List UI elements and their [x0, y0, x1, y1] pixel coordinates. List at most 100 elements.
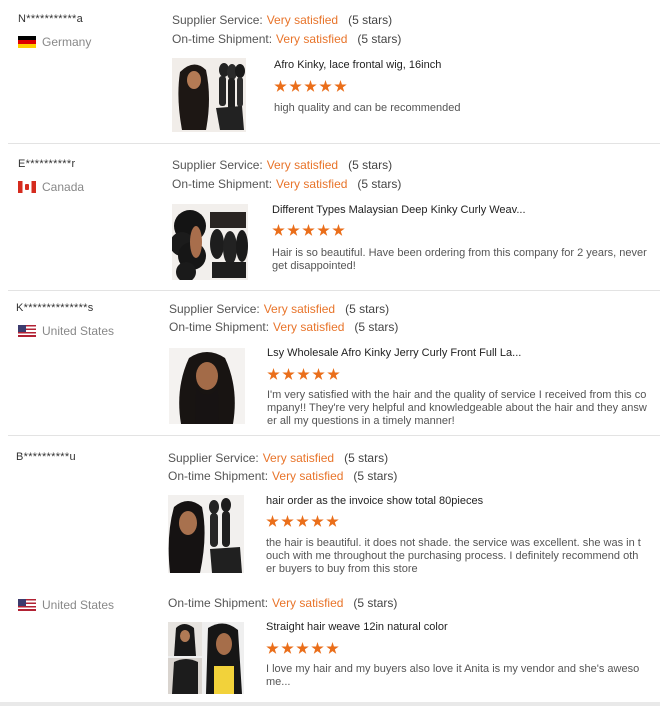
- star-icon: [281, 642, 294, 654]
- shipment-label: On-time Shipment:: [169, 320, 270, 334]
- shipment-rating: On-time Shipment: Very satisfied (5 stars): [169, 320, 398, 334]
- star-icon: [287, 224, 300, 236]
- shipment-stars: (5 stars): [357, 177, 402, 191]
- country-name: Germany: [42, 35, 92, 49]
- star-icon: [334, 80, 347, 92]
- shipment-stars: (5 stars): [353, 596, 398, 610]
- shipment-rating: On-time Shipment: Very satisfied (5 stars): [172, 32, 401, 46]
- product-thumbnail[interactable]: [172, 204, 248, 280]
- star-rating: [266, 642, 339, 655]
- shipment-label: On-time Shipment:: [172, 32, 273, 46]
- buyer-country: United States: [18, 324, 114, 338]
- star-icon: [304, 80, 317, 92]
- shipment-rating: On-time Shipment: Very satisfied (5 stars): [168, 596, 397, 610]
- star-icon: [317, 224, 330, 236]
- review-comment: I'm very satisfied with the hair and the…: [267, 389, 647, 427]
- supplier-service-stars: (5 stars): [348, 13, 393, 27]
- review-comment: high quality and can be recommended: [274, 102, 461, 114]
- shipment-value: Very satisfied: [272, 469, 344, 483]
- star-icon: [312, 368, 325, 380]
- star-icon: [332, 224, 345, 236]
- star-rating: [274, 80, 347, 93]
- product-title[interactable]: hair order as the invoice show total 80p…: [266, 495, 483, 507]
- star-icon: [289, 80, 302, 92]
- review-divider: [8, 143, 660, 144]
- shipment-value: Very satisfied: [273, 320, 345, 334]
- supplier-service-rating: Supplier Service: Very satisfied (5 stars): [169, 302, 389, 316]
- country-name: United States: [42, 324, 115, 338]
- shipment-label: On-time Shipment:: [172, 177, 273, 191]
- country-name: United States: [42, 598, 115, 612]
- product-thumbnail[interactable]: [172, 58, 246, 132]
- star-icon: [267, 368, 280, 380]
- supplier-service-label: Supplier Service:: [172, 13, 263, 27]
- buyer-name: N***********a: [18, 13, 84, 25]
- star-icon: [326, 515, 339, 527]
- review-divider: [8, 435, 660, 436]
- star-rating: [266, 515, 339, 528]
- supplier-service-stars: (5 stars): [348, 158, 393, 172]
- product-title[interactable]: Lsy Wholesale Afro Kinky Jerry Curly Fro…: [267, 347, 521, 359]
- star-icon: [281, 515, 294, 527]
- shipment-label: On-time Shipment:: [168, 469, 269, 483]
- shipment-value: Very satisfied: [276, 177, 348, 191]
- star-icon: [282, 368, 295, 380]
- united-states-flag-icon: [18, 599, 36, 611]
- buyer-country: Germany: [18, 35, 91, 49]
- star-rating: [272, 224, 345, 237]
- product-thumbnail[interactable]: [168, 622, 244, 694]
- supplier-service-value: Very satisfied: [266, 158, 339, 172]
- star-icon: [311, 642, 324, 654]
- supplier-service-stars: (5 stars): [344, 451, 389, 465]
- star-icon: [302, 224, 315, 236]
- star-icon: [296, 515, 309, 527]
- buyer-country: United States: [18, 598, 114, 612]
- shipment-label: On-time Shipment:: [168, 596, 269, 610]
- star-icon: [319, 80, 332, 92]
- product-title[interactable]: Different Types Malaysian Deep Kinky Cur…: [272, 204, 526, 216]
- shipment-stars: (5 stars): [357, 32, 402, 46]
- star-rating: [267, 368, 340, 381]
- supplier-service-label: Supplier Service:: [172, 158, 263, 172]
- review-comment: I love my hair and my buyers also love i…: [266, 663, 640, 688]
- product-thumbnail[interactable]: [169, 348, 245, 424]
- canada-flag-icon: [18, 181, 36, 193]
- shipment-rating: On-time Shipment: Very satisfied (5 stars): [172, 177, 401, 191]
- star-icon: [297, 368, 310, 380]
- product-title[interactable]: Afro Kinky, lace frontal wig, 16inch: [274, 59, 441, 71]
- shipment-stars: (5 stars): [354, 320, 399, 334]
- shipment-value: Very satisfied: [272, 596, 344, 610]
- supplier-service-rating: Supplier Service: Very satisfied (5 stars): [168, 451, 388, 465]
- star-icon: [266, 642, 279, 654]
- star-icon: [272, 224, 285, 236]
- country-name: Canada: [42, 180, 85, 194]
- star-icon: [311, 515, 324, 527]
- review-comment: Hair is so beautiful. Have been ordering…: [272, 247, 647, 272]
- supplier-service-value: Very satisfied: [262, 451, 335, 465]
- supplier-service-label: Supplier Service:: [168, 451, 259, 465]
- supplier-service-stars: (5 stars): [345, 302, 390, 316]
- shipment-stars: (5 stars): [353, 469, 398, 483]
- supplier-service-value: Very satisfied: [263, 302, 336, 316]
- buyer-name: B**********u: [16, 451, 76, 463]
- star-icon: [326, 642, 339, 654]
- germany-flag-icon: [18, 36, 36, 48]
- united-states-flag-icon: [18, 325, 36, 337]
- star-icon: [266, 515, 279, 527]
- buyer-country: Canada: [18, 180, 84, 194]
- product-title[interactable]: Straight hair weave 12in natural color: [266, 621, 448, 633]
- review-comment: the hair is beautiful. it does not shade…: [266, 537, 641, 575]
- product-thumbnail[interactable]: [168, 495, 244, 573]
- supplier-service-label: Supplier Service:: [169, 302, 260, 316]
- supplier-service-value: Very satisfied: [266, 13, 339, 27]
- shipment-value: Very satisfied: [276, 32, 348, 46]
- supplier-service-rating: Supplier Service: Very satisfied (5 stars): [172, 158, 392, 172]
- buyer-name: E**********r: [18, 158, 76, 170]
- bottom-divider: [0, 702, 660, 706]
- supplier-service-rating: Supplier Service: Very satisfied (5 stars): [172, 13, 392, 27]
- star-icon: [327, 368, 340, 380]
- star-icon: [296, 642, 309, 654]
- star-icon: [274, 80, 287, 92]
- shipment-rating: On-time Shipment: Very satisfied (5 stars): [168, 469, 397, 483]
- buyer-name: K**************s: [16, 302, 94, 314]
